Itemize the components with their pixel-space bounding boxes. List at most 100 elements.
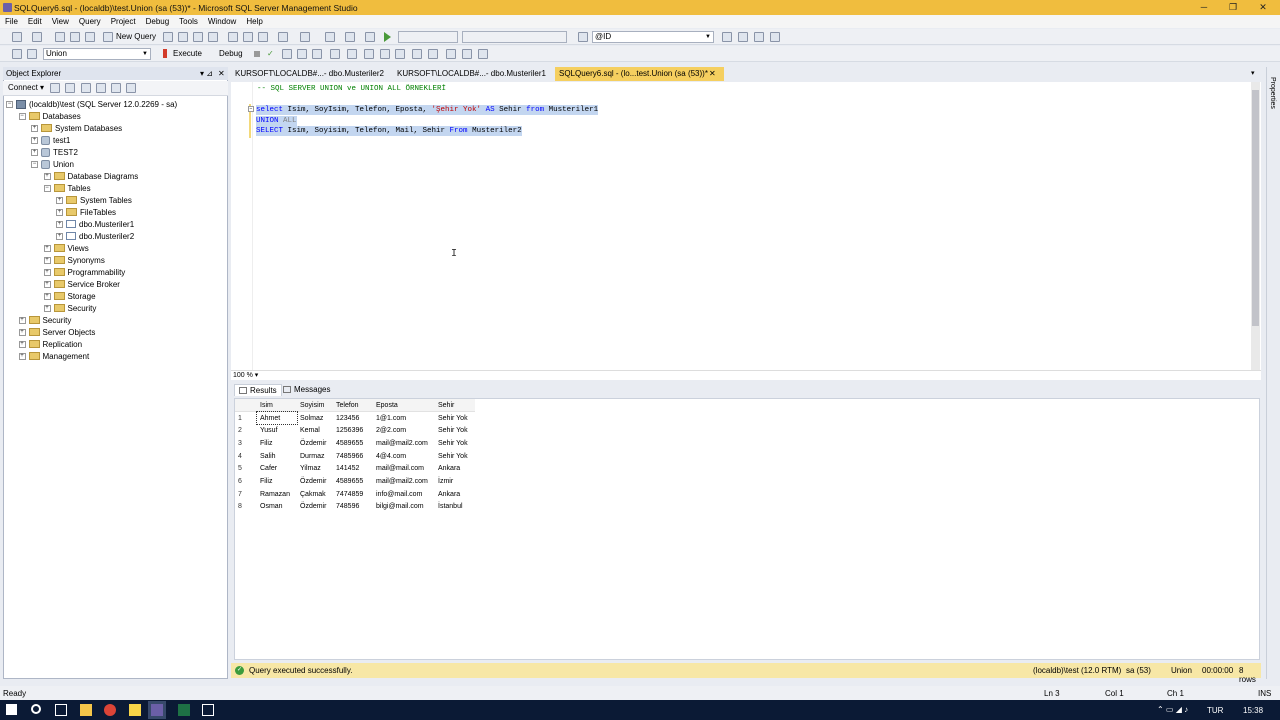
table-row[interactable]: 5 Cafer Yilmaz 141452 mail@mail.com Ankara — [235, 462, 475, 475]
start-icon[interactable] — [384, 32, 391, 42]
tree-node[interactable]: + dbo.Musteriler1 — [56, 218, 134, 230]
grid-cell[interactable]: 4589655 — [333, 475, 373, 488]
tab-musteriler1[interactable]: KURSOFT\LOCALDB#...- dbo.Musteriler1 — [393, 67, 550, 81]
grid-cell[interactable]: 7485966 — [333, 450, 373, 463]
grid-cell[interactable]: mail@mail2.com — [373, 475, 435, 488]
available-databases-dropdown[interactable]: Union ▼ — [43, 48, 151, 60]
expand-icon[interactable]: + — [43, 256, 51, 264]
grid-cell[interactable]: Salih — [257, 450, 297, 463]
grid-cell[interactable]: 748596 — [333, 501, 373, 514]
outdent-icon[interactable] — [462, 49, 472, 59]
grid-cell[interactable]: Özdemir — [297, 501, 333, 514]
tree-node[interactable]: + Database Diagrams — [43, 170, 138, 182]
column-header[interactable]: Telefon — [333, 399, 373, 413]
camtasia-icon[interactable] — [202, 704, 214, 716]
tree-node[interactable]: + test1 — [31, 134, 70, 146]
grid-cell[interactable]: Sehir Yok — [435, 437, 475, 450]
grid-cell[interactable]: mail@mail2.com — [373, 437, 435, 450]
grid-cell[interactable]: 1256396 — [333, 424, 373, 437]
table-row[interactable]: 7 Ramazan Çakmak 7474859 info@mail.com Ankara — [235, 488, 475, 501]
platform-dropdown[interactable] — [462, 31, 567, 43]
grid-cell[interactable]: Ramazan — [257, 488, 297, 501]
tree-node[interactable]: + Synonyms — [43, 254, 105, 266]
sticky-notes-icon[interactable] — [129, 704, 141, 716]
tab-messages[interactable]: Messages — [283, 385, 330, 394]
tree-node[interactable]: + Programmability — [43, 266, 125, 278]
grid-cell[interactable]: Osman — [257, 501, 297, 514]
grid-cell[interactable]: Cafer — [257, 462, 297, 475]
grid-cell[interactable]: info@mail.com — [373, 488, 435, 501]
query-designer-icon[interactable] — [297, 49, 307, 59]
object-explorer-icon[interactable] — [738, 32, 748, 42]
filter-icon[interactable] — [96, 83, 106, 93]
grid-cell[interactable]: 141452 — [333, 462, 373, 475]
start-button-icon[interactable] — [6, 704, 17, 715]
redo-icon[interactable] — [300, 32, 310, 42]
paste-icon[interactable] — [258, 32, 268, 42]
expand-icon[interactable]: + — [43, 172, 51, 180]
table-row[interactable]: 1 Ahmet Solmaz 123456 1@1.com Sehir Yok — [235, 410, 475, 426]
grid-cell[interactable]: Özdemir — [297, 437, 333, 450]
properties-icon[interactable] — [722, 32, 732, 42]
cut-icon[interactable] — [228, 32, 238, 42]
column-header[interactable]: Soyisim — [297, 399, 333, 413]
activity-monitor-icon[interactable] — [126, 83, 136, 93]
expand-icon[interactable]: + — [56, 232, 63, 240]
grid-cell[interactable]: İstanbul — [435, 501, 475, 514]
grid-cell[interactable]: Özdemir — [297, 475, 333, 488]
new-query-button[interactable]: New Query — [116, 32, 156, 41]
grid-cell[interactable]: Çakmak — [297, 488, 333, 501]
close-panel-icon[interactable]: ✕ — [218, 67, 225, 80]
collapse-region-icon[interactable]: − — [248, 106, 254, 112]
table-row[interactable]: 8 Osman Özdemir 748596 bilgi@mail.com İstanbu… — [235, 501, 475, 514]
input-language[interactable]: TUR — [1207, 706, 1223, 715]
mdx-query-icon[interactable] — [193, 32, 203, 42]
tree-node[interactable]: + Replication — [18, 338, 82, 350]
grid-cell[interactable]: Sehir Yok — [435, 412, 475, 425]
tree-node[interactable]: + Service Broker — [43, 278, 120, 290]
grid-cell[interactable]: Ankara — [435, 488, 475, 501]
expand-icon[interactable]: + — [43, 304, 51, 312]
undo-icon[interactable] — [278, 32, 288, 42]
menu-debug[interactable]: Debug — [141, 17, 175, 26]
menu-help[interactable]: Help — [241, 17, 267, 26]
editor-scroll-thumb[interactable] — [1252, 90, 1259, 326]
search-icon[interactable] — [31, 704, 41, 714]
tab-results[interactable]: Results — [234, 384, 282, 396]
grid-cell[interactable]: 2@2.com — [373, 424, 435, 437]
indent-icon[interactable] — [478, 49, 488, 59]
grid-cell[interactable]: Yusuf — [257, 424, 297, 437]
zoom-dropdown[interactable]: 100 % ▾ — [233, 371, 258, 379]
grid-cell[interactable]: İzmir — [435, 475, 475, 488]
row-number[interactable]: 1 — [235, 412, 257, 425]
template-explorer-icon[interactable] — [754, 32, 764, 42]
clock[interactable]: 15:38 — [1243, 706, 1263, 715]
tab-sqlquery6[interactable]: SQLQuery6.sql - (lo...test.Union (sa (53… — [555, 67, 724, 81]
chrome-icon[interactable] — [104, 704, 116, 716]
expand-icon[interactable]: + — [56, 196, 63, 204]
tree-node[interactable]: + Management — [18, 350, 89, 362]
execute-icon[interactable] — [163, 49, 167, 58]
expand-icon[interactable]: + — [43, 280, 51, 288]
dmx-query-icon[interactable] — [208, 32, 218, 42]
grid-cell[interactable]: Ankara — [435, 462, 475, 475]
table-row[interactable]: 2 Yusuf Kemal 1256396 2@2.com Sehir Yok — [235, 424, 475, 437]
copy-icon[interactable] — [243, 32, 253, 42]
display-plan-icon[interactable] — [282, 49, 292, 59]
connect-dropdown[interactable]: Connect ▾ — [8, 83, 44, 92]
tree-node[interactable]: − Tables — [43, 182, 91, 194]
toolbox-icon[interactable] — [770, 32, 780, 42]
system-tray-icons[interactable]: ⌃ ▭ ◢ ♪ — [1157, 705, 1188, 714]
tab-musteriler2[interactable]: KURSOFT\LOCALDB#...- dbo.Musteriler2 — [231, 67, 388, 81]
query-editor[interactable]: -- SQL SERVER UNION ve UNION ALL ÖRNEKLE… — [231, 82, 1261, 370]
tree-node[interactable]: + System Databases — [31, 122, 122, 134]
find-dropdown[interactable]: @ID ▼ — [592, 31, 714, 43]
grid-cell[interactable]: Yilmaz — [297, 462, 333, 475]
expand-icon[interactable]: + — [18, 328, 26, 336]
parse-icon[interactable]: ✓ — [267, 49, 274, 58]
collapse-icon[interactable]: − — [31, 160, 38, 168]
add-item-icon[interactable] — [32, 32, 42, 42]
excel-icon[interactable] — [178, 704, 190, 716]
expand-icon[interactable]: + — [56, 208, 63, 216]
tree-node[interactable]: + Security — [18, 314, 71, 326]
